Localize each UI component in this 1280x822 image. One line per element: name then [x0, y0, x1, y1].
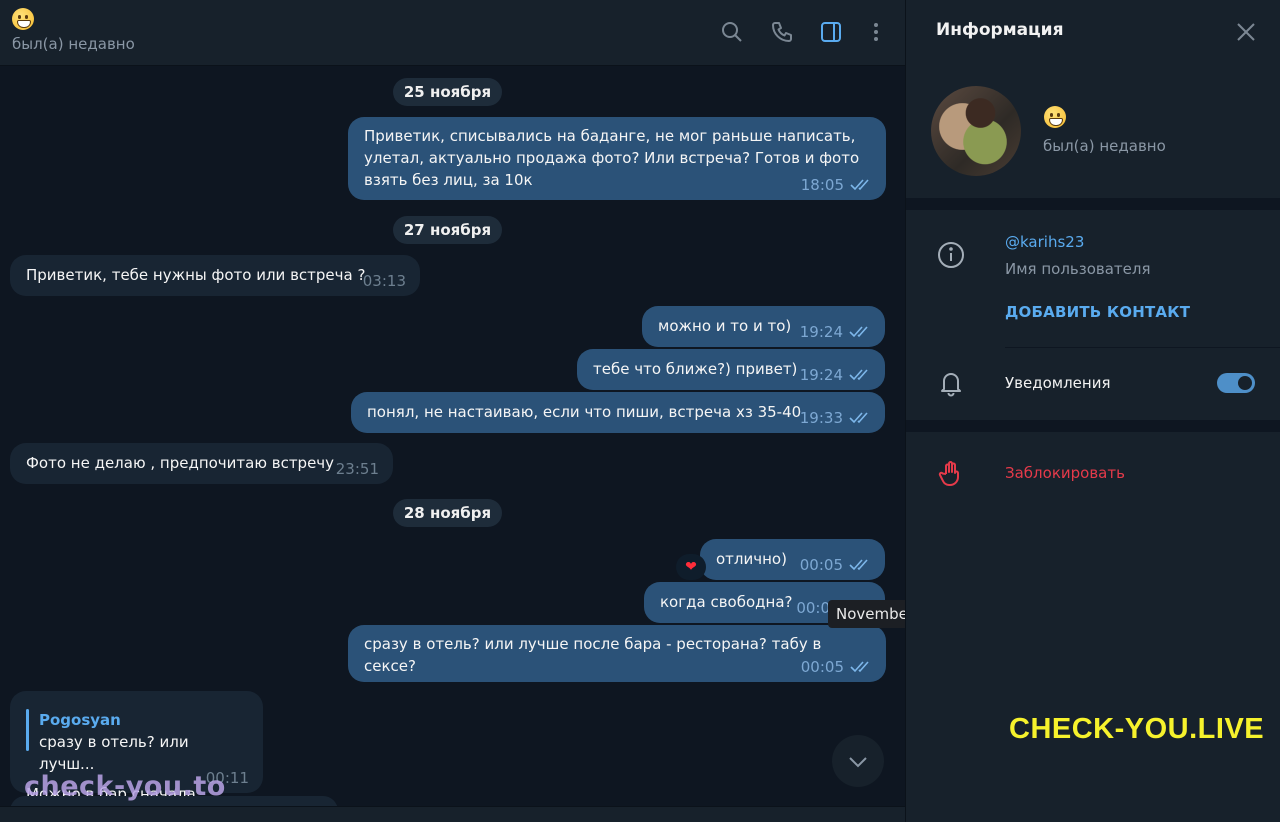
double-check-icon: [849, 326, 873, 338]
message-text: Приветик, тебе нужны фото или встреча ?: [26, 266, 366, 284]
message-time: 18:05: [800, 176, 844, 194]
close-icon[interactable]: [1235, 21, 1257, 43]
message-composer[interactable]: [0, 806, 905, 822]
section-divider: [906, 198, 1280, 210]
message-outgoing[interactable]: сразу в отель? или лучше после бара - ре…: [348, 625, 886, 682]
username-label: Имя пользователя: [1005, 260, 1151, 278]
message-time: 23:51: [335, 460, 379, 478]
message-incoming[interactable]: Фото не делаю , предпочитаю встречу 23:5…: [10, 443, 393, 484]
bell-icon: [936, 368, 966, 398]
watermark: check-you.to: [24, 771, 226, 802]
more-vertical-icon[interactable]: [864, 20, 888, 44]
profile-status: был(а) недавно: [1043, 137, 1166, 155]
grinning-face-emoji-icon: [12, 8, 34, 30]
watermark: CHECK-YOU.LIVE: [1009, 713, 1265, 745]
chat-header[interactable]: был(а) недавно: [0, 0, 905, 66]
reply-sender[interactable]: Pogosyan: [39, 709, 247, 731]
message-text-line: Приветик, списывались на баданге, не мог…: [364, 127, 856, 145]
phone-icon[interactable]: [770, 20, 794, 44]
date-separator: 27 ноября: [393, 216, 502, 244]
block-button[interactable]: Заблокировать: [1005, 464, 1125, 482]
block-hand-icon: [936, 458, 966, 488]
message-outgoing[interactable]: можно и то и то) 19:24: [642, 306, 885, 347]
chat-pane: был(а) недавно 25 ноября Приветик, списы…: [0, 0, 905, 822]
message-text-line: улетал, актуально продажа фото? Или встр…: [364, 149, 860, 167]
section-divider: [906, 420, 1280, 432]
search-icon[interactable]: [720, 20, 744, 44]
message-text: тебе что ближе?) привет): [593, 360, 798, 378]
message-time: 19:24: [799, 323, 843, 341]
message-outgoing[interactable]: тебе что ближе?) привет) 19:24: [577, 349, 885, 390]
chevron-down-icon: [849, 757, 867, 768]
date-separator: 28 ноября: [393, 499, 502, 527]
message-text: сразу в отель? или лучше после бара - ре…: [364, 635, 822, 675]
double-check-icon: [849, 559, 873, 571]
chat-status: был(а) недавно: [12, 35, 135, 53]
grinning-face-emoji-icon: [1044, 106, 1066, 128]
notifications-label: Уведомления: [1005, 374, 1111, 392]
message-list[interactable]: 25 ноября Приветик, списывались на бадан…: [0, 66, 905, 822]
message-outgoing[interactable]: понял, не настаиваю, если что пиши, встр…: [351, 392, 885, 433]
message-text: можно и то и то): [658, 317, 792, 335]
message-time: 00:05: [800, 658, 844, 676]
message-time: 19:24: [799, 366, 843, 384]
reply-bar: [26, 709, 29, 751]
username-link[interactable]: @karihs23: [1005, 233, 1084, 251]
timestamp-tooltip: November 28, 2024 00:05:28 MSK: [828, 600, 905, 628]
message-outgoing[interactable]: отлично) 00:05: [700, 539, 885, 580]
double-check-icon: [850, 179, 874, 191]
heart-reaction-icon[interactable]: ❤: [676, 554, 706, 580]
row-divider: [1005, 347, 1280, 348]
message-time: 03:13: [362, 272, 406, 290]
message-text: когда свободна?: [660, 593, 793, 611]
panel-title: Информация: [936, 20, 1064, 40]
avatar[interactable]: [931, 86, 1021, 176]
message-time: 19:33: [799, 409, 843, 427]
add-contact-button[interactable]: ДОБАВИТЬ КОНТАКТ: [1005, 303, 1190, 321]
message-time: 00:0: [796, 599, 830, 617]
message-outgoing[interactable]: Приветик, списывались на баданге, не мог…: [348, 117, 886, 200]
message-incoming[interactable]: Приветик, тебе нужны фото или встреча ? …: [10, 255, 420, 296]
sidebar-toggle-icon[interactable]: [819, 20, 843, 44]
message-text-line: взять без лиц, за 10к: [364, 171, 533, 189]
message-text: отлично): [716, 550, 787, 568]
double-check-icon: [849, 412, 873, 424]
scroll-down-button[interactable]: [832, 735, 884, 787]
info-icon: [936, 240, 966, 270]
double-check-icon: [849, 369, 873, 381]
message-text: понял, не настаиваю, если что пиши, встр…: [367, 403, 802, 421]
date-separator: 25 ноября: [393, 78, 502, 106]
notifications-toggle[interactable]: [1217, 373, 1255, 393]
message-text: Фото не делаю , предпочитаю встречу: [26, 454, 335, 472]
info-panel: Информация был(а) недавно @karihs23 Имя …: [905, 0, 1280, 822]
double-check-icon: [850, 661, 874, 673]
message-time: 00:05: [799, 556, 843, 574]
toggle-knob: [1236, 374, 1254, 392]
